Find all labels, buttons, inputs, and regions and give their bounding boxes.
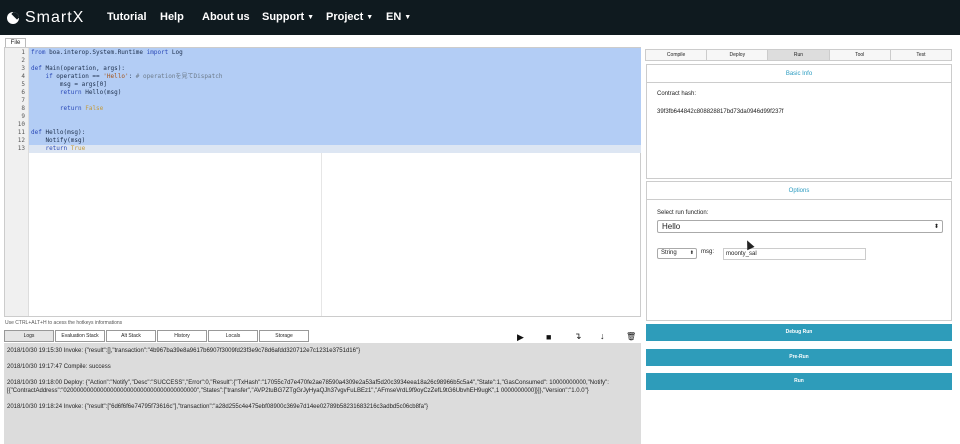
chevron-down-icon: ▼ [404, 13, 412, 21]
code-line: 4 if operation == 'Hello': # operationを見… [5, 73, 641, 81]
chevron-down-icon: ▼ [307, 13, 315, 21]
code-line: 10 [5, 121, 641, 129]
param-type-select[interactable]: String ⬍ [657, 248, 697, 259]
code-line: 12 Notify(msg) [5, 137, 641, 145]
right-panel-tabs: Compile Deploy Run Tool Test [645, 49, 952, 61]
step-into-icon[interactable]: ↓ [600, 331, 605, 341]
code-line: 1 from boa.interop.System.Runtime import … [5, 49, 641, 57]
select-arrows-icon: ⬍ [689, 250, 694, 256]
pre-run-button[interactable]: Pre-Run [646, 349, 952, 366]
line-number: 12 [17, 137, 25, 144]
active-code-line: return True [29, 145, 641, 153]
param-msg-label: msg: [701, 249, 715, 255]
run-function-select[interactable]: Hello ⬍ [657, 220, 943, 233]
line-number: 3 [21, 65, 25, 72]
log-entry: 2018/10/30 19:15:30 Invoke: {"result":[]… [7, 348, 361, 354]
log-entry: 2018/10/30 19:18:24 Invoke: {"result":["… [7, 404, 429, 410]
tab-test[interactable]: Test [890, 50, 952, 60]
log-entry: 2018/10/30 19:17:47 Compile: success [7, 364, 111, 370]
nav-help[interactable]: Help [160, 11, 184, 23]
nav-support-label: Support [262, 11, 305, 23]
line-number: 10 [17, 121, 25, 128]
select-arrows-icon: ⬍ [933, 224, 939, 230]
param-msg-input[interactable]: moonty_sal [723, 248, 866, 260]
play-icon[interactable]: ▶ [517, 332, 524, 343]
tab-compile[interactable]: Compile [646, 50, 708, 60]
basic-info-panel: Basic Info Contract hash: 39f3fb644842c8… [646, 64, 952, 179]
step-over-icon[interactable]: ↴ [574, 331, 582, 342]
options-title: Options [647, 182, 951, 200]
print-margin [321, 147, 322, 316]
nav-language-dropdown[interactable]: EN ▼ [386, 11, 411, 23]
nav-language-label: EN [386, 11, 402, 23]
line-number: 13 [17, 145, 25, 152]
code-line: 6 return Hello(msg) [5, 89, 641, 97]
code-line: 2 [5, 57, 641, 65]
smartx-logo-icon [7, 11, 19, 24]
code-line: 3 def Main(operation, args): [5, 65, 641, 73]
line-number: 11 [17, 129, 25, 136]
contract-hash-label: Contract hash: [657, 91, 697, 97]
code-text: def Main(operation, args): [31, 65, 125, 72]
code-text: msg = args[0] [31, 81, 107, 88]
tab-history[interactable]: History [157, 330, 207, 342]
code-line: 11 def Hello(msg): [5, 129, 641, 137]
run-function-value: Hello [662, 222, 681, 231]
line-number: 5 [21, 81, 25, 88]
debug-tabs: Logs Evaluation Stack Alt Stack History … [4, 330, 310, 342]
tab-alt-stack[interactable]: Alt Stack [106, 330, 156, 342]
log-entry: 2018/10/30 19:18:00 Deploy: {"Action":"N… [7, 380, 609, 394]
line-number: 2 [21, 57, 25, 64]
code-line: 8 return False [5, 105, 641, 113]
hotkeys-hint: Use CTRL+ALT+H to acess the hotkeys info… [5, 320, 123, 326]
code-text: def Hello(msg): [31, 129, 86, 136]
code-text: return False [59, 105, 104, 112]
nav-about-us[interactable]: About us [202, 11, 250, 23]
line-number: 4 [21, 73, 25, 80]
brand-logo[interactable]: SmartX [7, 9, 107, 27]
code-line: 9 [5, 113, 641, 121]
code-text: return True [45, 145, 86, 152]
code-line: 13 [5, 145, 29, 153]
console-log: 2018/10/30 19:15:30 Invoke: {"result":[]… [4, 343, 641, 444]
nav-project-dropdown[interactable]: Project ▼ [326, 11, 373, 23]
tab-logs[interactable]: Logs [4, 330, 54, 342]
tab-storage[interactable]: Storage [259, 330, 309, 342]
nav-support-dropdown[interactable]: Support ▼ [262, 11, 314, 23]
tab-evaluation-stack[interactable]: Evaluation Stack [55, 330, 105, 342]
code-text: return Hello(msg) [59, 89, 122, 96]
tab-tool[interactable]: Tool [829, 50, 891, 60]
tab-run[interactable]: Run [768, 50, 830, 60]
line-number: 7 [21, 97, 25, 104]
contract-hash-value: 39f3fb644842c808828817bd73da0946d99f237f [657, 109, 784, 115]
run-function-label: Select run function: [657, 210, 709, 216]
line-number: 8 [21, 105, 25, 112]
nav-tutorial[interactable]: Tutorial [107, 11, 147, 23]
brand-name: SmartX [25, 8, 85, 26]
nav-project-label: Project [326, 11, 364, 23]
code-editor[interactable]: 1 from boa.interop.System.Runtime import … [4, 47, 641, 317]
debug-run-button[interactable]: Debug Run [646, 324, 952, 341]
line-number: 9 [21, 113, 25, 120]
stop-icon[interactable]: ■ [546, 332, 551, 342]
trash-icon[interactable]: 🗑 [626, 332, 636, 341]
chevron-down-icon: ▼ [366, 13, 374, 21]
line-number: 1 [21, 49, 25, 56]
line-number: 6 [21, 89, 25, 96]
code-text: from boa.interop.System.Runtime import L… [31, 49, 183, 56]
param-type-value: String [661, 250, 677, 256]
tab-locals[interactable]: Locals [208, 330, 258, 342]
run-button[interactable]: Run [646, 373, 952, 390]
code-text: Notify(msg) [31, 137, 86, 144]
options-panel: Options Select run function: Hello ⬍ Str… [646, 181, 952, 321]
code-text: if operation == 'Hello': # operationを見てD… [45, 73, 223, 80]
code-line: 5 msg = args[0] [5, 81, 641, 89]
basic-info-title: Basic Info [647, 65, 951, 83]
code-line: 7 [5, 97, 641, 105]
tab-deploy[interactable]: Deploy [707, 50, 769, 60]
